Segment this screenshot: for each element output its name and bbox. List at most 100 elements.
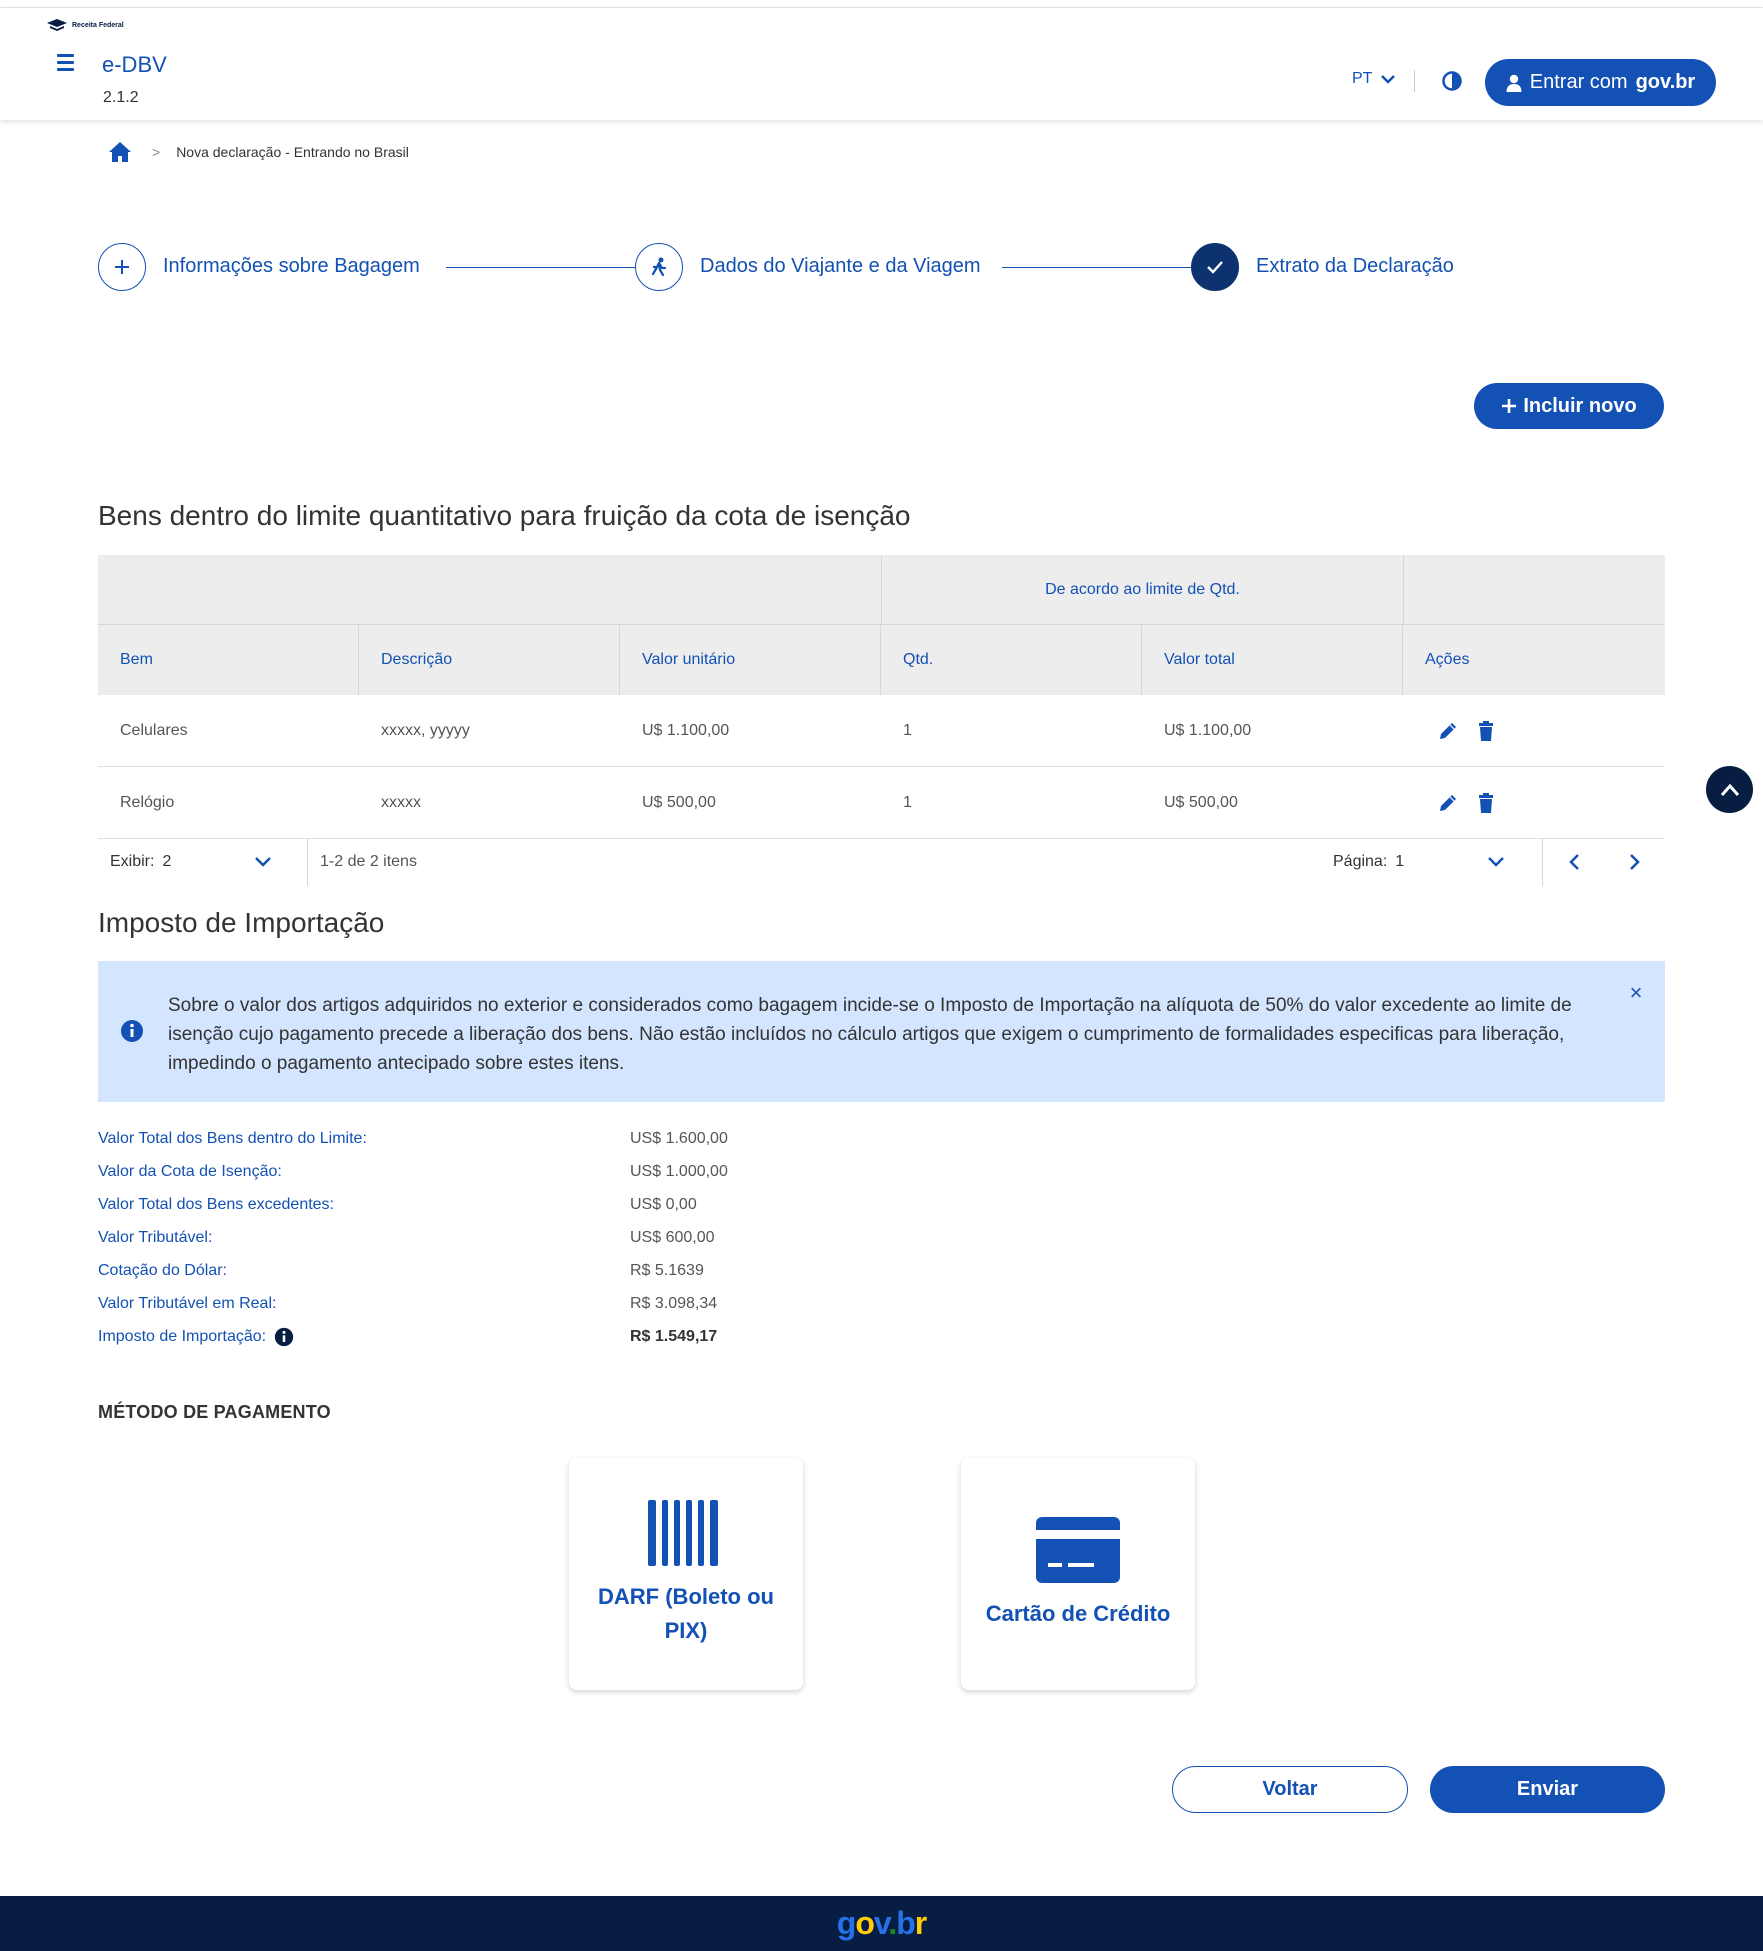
summary-value: US$ 1.000,00 bbox=[630, 1162, 728, 1180]
darf-label-line2: PIX) bbox=[664, 1618, 708, 1643]
summary-row: Valor Total dos Bens excedentes: US$ 0,00 bbox=[98, 1188, 898, 1221]
column-header-descricao[interactable]: Descrição bbox=[359, 625, 620, 695]
edit-pencil-icon[interactable] bbox=[1437, 720, 1459, 742]
cell-qtd: 1 bbox=[903, 793, 912, 811]
cell-valor-unitario: U$ 1.100,00 bbox=[642, 721, 730, 739]
login-prefix: Entrar com bbox=[1529, 71, 1628, 93]
goods-table-title: Bens dentro do limite quantitativo para … bbox=[98, 500, 911, 531]
user-icon bbox=[1506, 74, 1522, 92]
header: Receita Federal e-DBV 2.1.2 PT Entrar co… bbox=[0, 8, 1763, 120]
hamburger-menu-icon[interactable] bbox=[52, 54, 80, 82]
column-header-bem[interactable]: Bem bbox=[98, 625, 359, 695]
cell-acoes bbox=[1403, 767, 1665, 838]
top-border bbox=[0, 0, 1763, 8]
page-value: 1 bbox=[1395, 853, 1405, 870]
page-selector: Página: 1 bbox=[1333, 838, 1543, 886]
send-button[interactable]: Enviar bbox=[1430, 1766, 1665, 1813]
step-2-label[interactable]: Dados do Viajante e da Viagem bbox=[700, 255, 981, 278]
info-icon bbox=[121, 1020, 143, 1042]
summary-value: US$ 600,00 bbox=[630, 1228, 715, 1246]
cell-descricao: xxxxx bbox=[381, 793, 421, 811]
step-1-plus-icon[interactable] bbox=[98, 243, 146, 291]
payment-credit-card[interactable]: Cartão de Crédito bbox=[961, 1458, 1195, 1690]
language-value: PT bbox=[1352, 70, 1373, 87]
receita-logo-icon bbox=[47, 19, 67, 31]
goods-table: De acordo ao limite de Qtd. Bem Descriçã… bbox=[98, 555, 1665, 839]
summary-label: Imposto de Importação: bbox=[98, 1327, 267, 1345]
home-icon[interactable] bbox=[108, 141, 132, 163]
summary-row: Cotação do Dólar: R$ 5.1639 bbox=[98, 1254, 898, 1287]
chevron-right-icon[interactable] bbox=[1623, 850, 1647, 874]
add-new-button[interactable]: Incluir novo bbox=[1474, 383, 1664, 429]
chevron-down-icon bbox=[255, 857, 272, 867]
logo-letter-b: b bbox=[896, 1905, 916, 1941]
summary-row: Valor da Cota de Isenção: US$ 1.000,00 bbox=[98, 1155, 898, 1188]
import-tax-title: Imposto de Importação bbox=[98, 907, 385, 938]
app-title: e-DBV bbox=[102, 52, 167, 77]
summary-row: Imposto de Importação: R$ 1.549,17 bbox=[98, 1320, 898, 1353]
page-select[interactable]: 1 bbox=[1395, 853, 1505, 871]
add-new-label: Incluir novo bbox=[1523, 394, 1637, 417]
column-header-valor-unitario[interactable]: Valor unitário bbox=[620, 625, 881, 695]
items-per-page-select[interactable]: 2 bbox=[162, 853, 272, 871]
darf-label-line1: DARF (Boleto ou bbox=[598, 1584, 774, 1609]
page-nav bbox=[1543, 850, 1665, 874]
back-button[interactable]: Voltar bbox=[1172, 1766, 1408, 1813]
step-1-label[interactable]: Informações sobre Bagagem bbox=[163, 255, 420, 278]
stepper: Informações sobre Bagagem Dados do Viaja… bbox=[96, 243, 1496, 293]
cell-bem: Relógio bbox=[120, 793, 175, 811]
receita-federal-logo: Receita Federal bbox=[46, 18, 124, 32]
cell-bem: Celulares bbox=[120, 721, 188, 739]
summary-row: Valor Tributável em Real: R$ 3.098,34 bbox=[98, 1287, 898, 1320]
page-label: Página: bbox=[1333, 853, 1388, 870]
breadcrumb: > Nova declaração - Entrando no Brasil bbox=[108, 141, 409, 163]
summary-label: Valor Tributável em Real: bbox=[98, 1294, 277, 1312]
step-3-check-icon[interactable] bbox=[1191, 243, 1239, 291]
table-group-header-row: De acordo ao limite de Qtd. bbox=[98, 555, 1665, 625]
show-label: Exibir: bbox=[110, 853, 155, 870]
cell-valor-total: U$ 500,00 bbox=[1164, 793, 1238, 811]
cell-qtd: 1 bbox=[903, 721, 912, 739]
govbr-logo[interactable]: gov.br bbox=[836, 1905, 927, 1942]
breadcrumb-current[interactable]: Nova declaração - Entrando no Brasil bbox=[176, 144, 409, 160]
summary-value: US$ 0,00 bbox=[630, 1195, 697, 1213]
summary-label: Valor Tributável: bbox=[98, 1228, 213, 1246]
barcode-icon bbox=[648, 1500, 718, 1566]
contrast-toggle-icon[interactable] bbox=[1441, 70, 1463, 92]
delete-trash-icon[interactable] bbox=[1475, 720, 1497, 742]
info-alert: Sobre o valor dos artigos adquiridos no … bbox=[98, 961, 1665, 1102]
table-header-row: Bem Descrição Valor unitário Qtd. Valor … bbox=[98, 625, 1665, 695]
chevron-down-icon bbox=[1488, 857, 1505, 867]
table-row: Celulares xxxxx, yyyyy U$ 1.100,00 1 U$ … bbox=[98, 695, 1665, 767]
column-header-qtd[interactable]: Qtd. bbox=[881, 625, 1142, 695]
tax-summary: Valor Total dos Bens dentro do Limite: US… bbox=[98, 1122, 898, 1353]
step-2-traveler-icon[interactable] bbox=[635, 243, 683, 291]
language-selector[interactable]: PT bbox=[1352, 70, 1396, 88]
summary-label: Valor da Cota de Isenção: bbox=[98, 1162, 282, 1180]
scroll-to-top-chevron-up-icon[interactable] bbox=[1706, 766, 1753, 813]
payment-darf-card[interactable]: DARF (Boleto ou PIX) bbox=[569, 1458, 803, 1690]
summary-row: Valor Tributável: US$ 600,00 bbox=[98, 1221, 898, 1254]
items-per-page: Exibir: 2 bbox=[98, 838, 308, 886]
cell-descricao: xxxxx, yyyyy bbox=[381, 721, 470, 739]
step-connector bbox=[1002, 267, 1192, 268]
divider bbox=[1414, 70, 1415, 92]
login-govbr-button[interactable]: Entrar com gov.br bbox=[1485, 59, 1716, 106]
column-header-valor-total[interactable]: Valor total bbox=[1142, 625, 1403, 695]
summary-label: Cotação do Dólar: bbox=[98, 1261, 227, 1279]
footer: gov.br bbox=[0, 1896, 1763, 1951]
close-icon[interactable]: × bbox=[1626, 982, 1646, 1004]
cell-valor-total: U$ 1.100,00 bbox=[1164, 721, 1252, 739]
summary-value-total: R$ 1.549,17 bbox=[630, 1327, 718, 1345]
logo-letter-g: g bbox=[836, 1905, 857, 1941]
edit-pencil-icon[interactable] bbox=[1437, 792, 1459, 814]
info-icon[interactable] bbox=[274, 1327, 294, 1347]
chevron-down-icon bbox=[1381, 75, 1396, 84]
summary-value: R$ 5.1639 bbox=[630, 1261, 704, 1279]
step-3-label[interactable]: Extrato da Declaração bbox=[1256, 255, 1454, 278]
login-brand: gov.br bbox=[1635, 71, 1696, 93]
table-row: Relógio xxxxx U$ 500,00 1 U$ 500,00 bbox=[98, 767, 1665, 839]
delete-trash-icon[interactable] bbox=[1475, 792, 1497, 814]
items-count: 1-2 de 2 itens bbox=[320, 853, 417, 870]
chevron-left-icon[interactable] bbox=[1562, 850, 1586, 874]
